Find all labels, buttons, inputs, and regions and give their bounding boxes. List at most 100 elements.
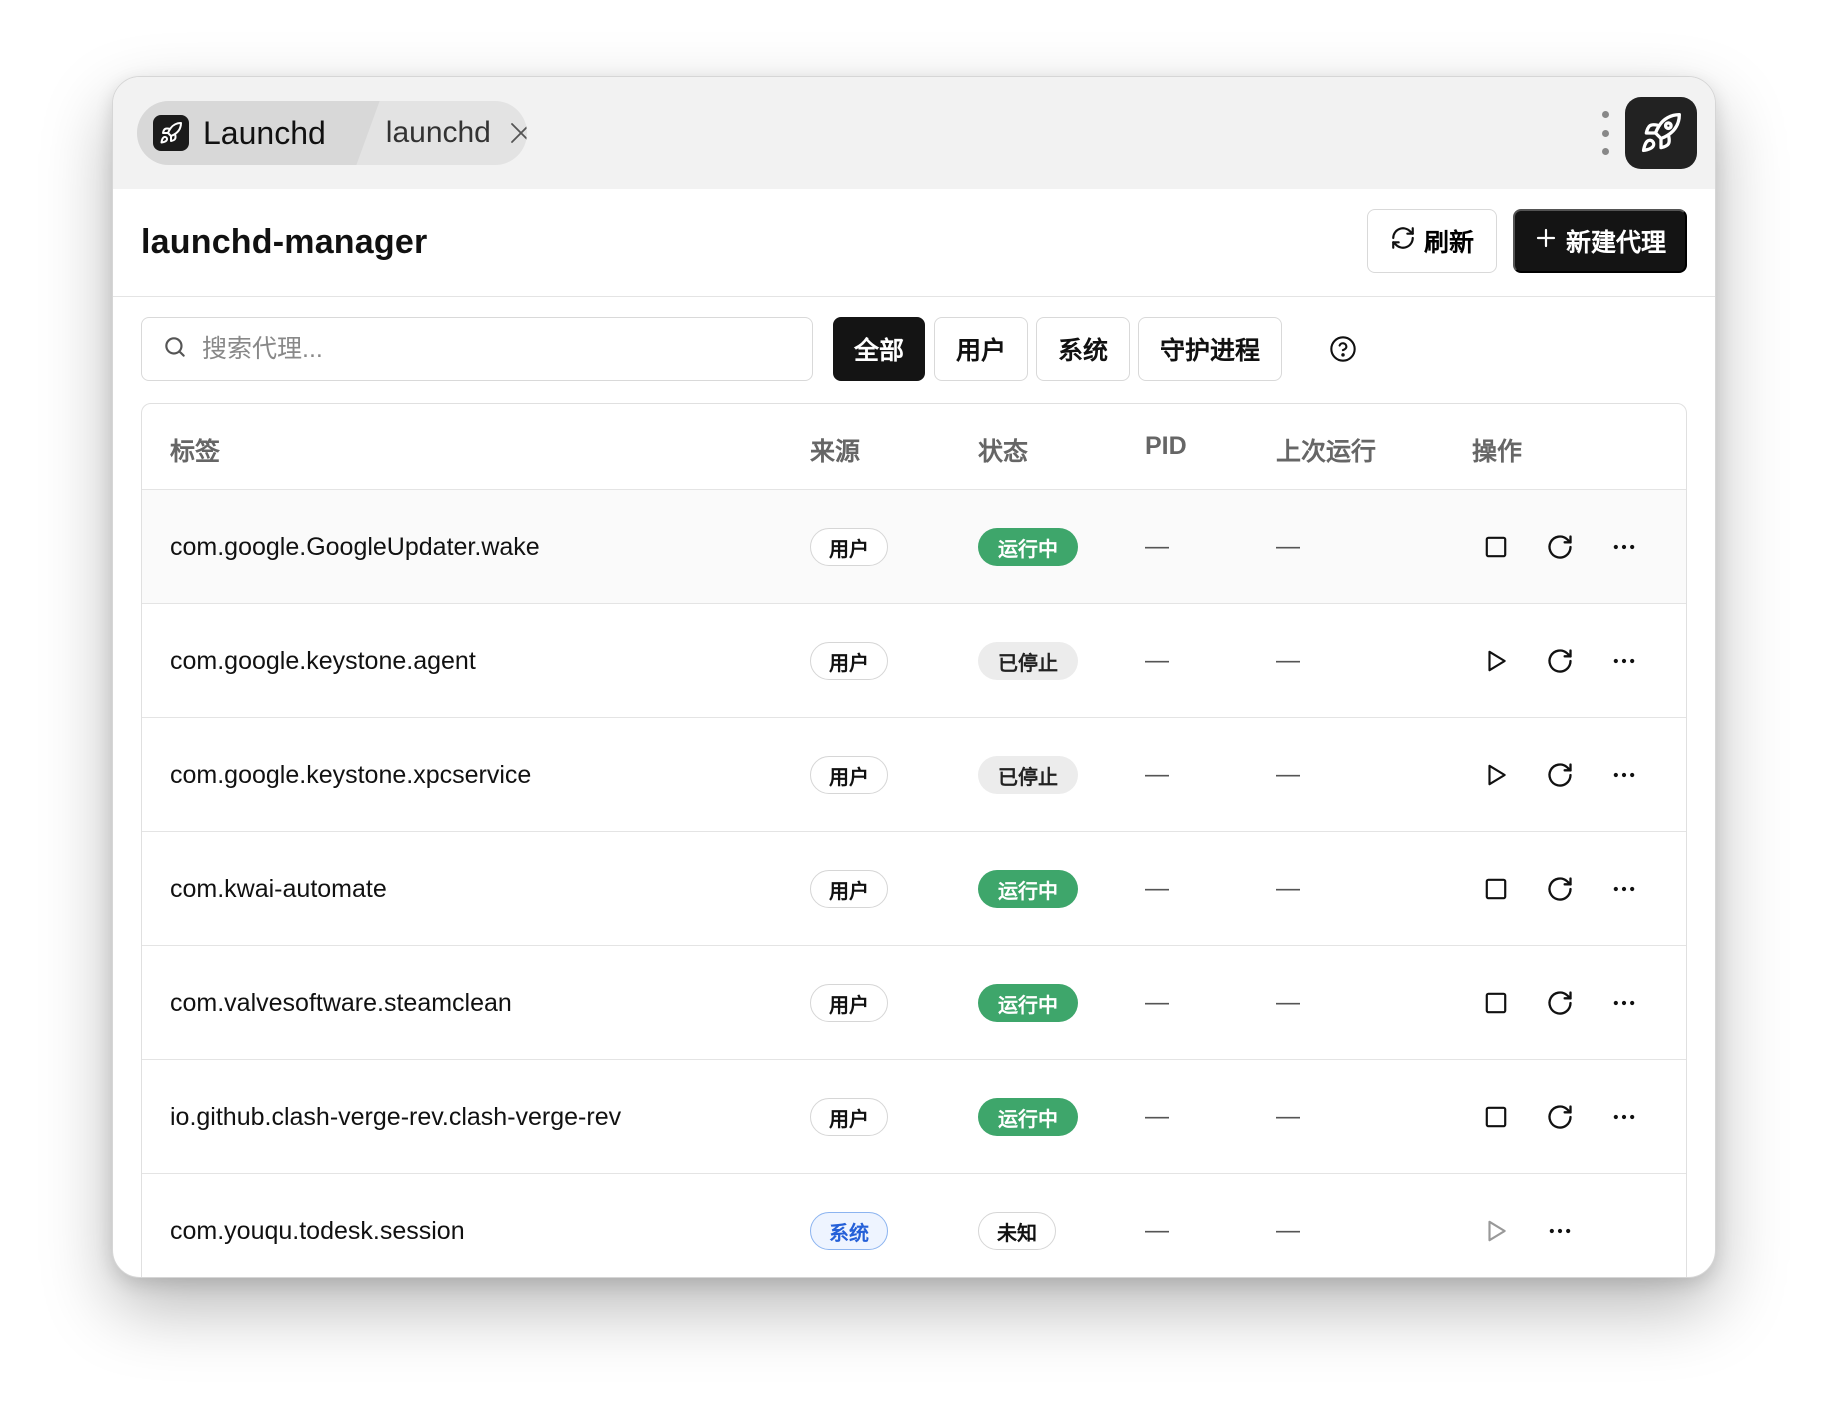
- agent-label: com.google.keystone.agent: [170, 646, 476, 675]
- row-actions: [1464, 946, 1656, 1060]
- filter-daemon[interactable]: 守护进程: [1138, 317, 1282, 381]
- pid-value: —: [1145, 1103, 1169, 1130]
- filter-system[interactable]: 系统: [1036, 317, 1130, 381]
- agent-label: com.google.GoogleUpdater.wake: [170, 532, 540, 561]
- status-badge: 运行中: [978, 984, 1078, 1022]
- stop-square-icon[interactable]: [1464, 1085, 1528, 1149]
- status-badge: 运行中: [978, 1098, 1078, 1136]
- stop-square-icon[interactable]: [1464, 971, 1528, 1035]
- restart-icon[interactable]: [1528, 743, 1592, 807]
- source-cell: 用户: [810, 832, 888, 946]
- app-logo-rocket-icon[interactable]: [1625, 97, 1697, 169]
- table-row[interactable]: com.google.keystone.agent 用户 已停止 — —: [142, 604, 1686, 718]
- agent-label: com.youqu.todesk.session: [170, 1216, 465, 1245]
- play-icon[interactable]: [1464, 629, 1528, 693]
- search-box[interactable]: [141, 317, 813, 381]
- table-row[interactable]: com.google.GoogleUpdater.wake 用户 运行中 — —: [142, 490, 1686, 604]
- page-title: launchd-manager: [141, 223, 428, 261]
- last-run-value: —: [1276, 989, 1300, 1016]
- source-badge: 用户: [810, 1098, 888, 1136]
- source-badge: 用户: [810, 528, 888, 566]
- new-agent-label: 新建代理: [1565, 229, 1666, 257]
- restart-icon[interactable]: [1528, 515, 1592, 579]
- more-horizontal-icon[interactable]: [1592, 743, 1656, 807]
- status-badge: 已停止: [978, 756, 1078, 794]
- agent-label: com.google.keystone.xpcservice: [170, 760, 532, 789]
- new-agent-button[interactable]: 新建代理: [1513, 209, 1687, 273]
- close-icon[interactable]: [509, 121, 527, 145]
- table-row[interactable]: io.github.clash-verge-rev.clash-verge-re…: [142, 1060, 1686, 1174]
- more-horizontal-icon[interactable]: [1592, 629, 1656, 693]
- pid-value: —: [1145, 1217, 1169, 1244]
- help-circle-icon[interactable]: [1329, 335, 1357, 368]
- status-badge: 运行中: [978, 870, 1078, 908]
- status-cell: 未知: [978, 1174, 1056, 1277]
- source-badge: 用户: [810, 756, 888, 794]
- stop-square-icon[interactable]: [1464, 515, 1528, 579]
- source-cell: 用户: [810, 604, 888, 718]
- source-cell: 用户: [810, 718, 888, 832]
- row-actions: [1464, 604, 1656, 718]
- table-body: com.google.GoogleUpdater.wake 用户 运行中 — —…: [142, 490, 1686, 1277]
- refresh-button[interactable]: 刷新: [1367, 209, 1497, 273]
- restart-icon[interactable]: [1528, 629, 1592, 693]
- tab-bar: Launchd launchd: [113, 77, 1715, 189]
- page-header: launchd-manager 刷新 新建代理: [113, 189, 1715, 297]
- tab-launchd[interactable]: launchd: [352, 101, 527, 165]
- last-run-value: —: [1276, 533, 1300, 560]
- more-horizontal-icon[interactable]: [1528, 1199, 1592, 1263]
- col-pid: PID: [1145, 432, 1187, 460]
- refresh-label: 刷新: [1423, 229, 1474, 257]
- restart-icon[interactable]: [1528, 971, 1592, 1035]
- more-horizontal-icon[interactable]: [1592, 857, 1656, 921]
- last-run-value: —: [1276, 647, 1300, 674]
- agents-table: 标签 来源 状态 PID 上次运行 操作 com.google.GoogleUp…: [141, 403, 1687, 1277]
- status-cell: 已停止: [978, 718, 1078, 832]
- tab-launchd-label: Launchd: [203, 114, 326, 151]
- source-badge: 用户: [810, 870, 888, 908]
- tab-launchd-second-label: launchd: [385, 116, 491, 149]
- col-label: 标签: [170, 438, 221, 466]
- table-row[interactable]: com.kwai-automate 用户 运行中 — —: [142, 832, 1686, 946]
- row-actions: [1464, 490, 1656, 604]
- more-horizontal-icon[interactable]: [1592, 971, 1656, 1035]
- last-run-value: —: [1276, 1217, 1300, 1244]
- source-cell: 系统: [810, 1174, 888, 1277]
- pid-value: —: [1145, 533, 1169, 560]
- app-window: Launchd launchd launchd-manager 刷新 新建代理 …: [112, 76, 1716, 1278]
- status-cell: 运行中: [978, 490, 1078, 604]
- agent-label: io.github.clash-verge-rev.clash-verge-re…: [170, 1102, 622, 1131]
- tab-launchd-app[interactable]: Launchd: [137, 101, 352, 165]
- status-cell: 运行中: [978, 946, 1078, 1060]
- col-status: 状态: [978, 438, 1029, 466]
- stop-square-icon[interactable]: [1464, 857, 1528, 921]
- pid-value: —: [1145, 875, 1169, 902]
- restart-icon[interactable]: [1528, 1085, 1592, 1149]
- restart-icon[interactable]: [1528, 857, 1592, 921]
- kebab-icon[interactable]: [1599, 111, 1611, 155]
- refresh-icon: [1390, 225, 1416, 258]
- play-icon[interactable]: [1464, 1199, 1528, 1263]
- table-row[interactable]: com.valvesoftware.steamclean 用户 运行中 — —: [142, 946, 1686, 1060]
- table-row[interactable]: com.youqu.todesk.session 系统 未知 — —: [142, 1174, 1686, 1277]
- filter-user[interactable]: 用户: [934, 317, 1028, 381]
- status-cell: 运行中: [978, 1060, 1078, 1174]
- play-icon[interactable]: [1464, 743, 1528, 807]
- source-badge: 用户: [810, 642, 888, 680]
- table-row[interactable]: com.google.keystone.xpcservice 用户 已停止 — …: [142, 718, 1686, 832]
- source-cell: 用户: [810, 490, 888, 604]
- source-cell: 用户: [810, 1060, 888, 1174]
- more-horizontal-icon[interactable]: [1592, 1085, 1656, 1149]
- more-horizontal-icon[interactable]: [1592, 515, 1656, 579]
- pid-value: —: [1145, 761, 1169, 788]
- filter-all[interactable]: 全部: [833, 317, 925, 381]
- col-actions: 操作: [1472, 438, 1523, 466]
- last-run-value: —: [1276, 875, 1300, 902]
- search-icon: [162, 334, 188, 365]
- search-input[interactable]: [202, 334, 762, 364]
- col-last-run: 上次运行: [1276, 438, 1377, 466]
- source-badge: 用户: [810, 984, 888, 1022]
- table-header: 标签 来源 状态 PID 上次运行 操作: [142, 404, 1686, 490]
- source-badge: 系统: [810, 1212, 888, 1250]
- tab-group: Launchd launchd: [137, 101, 527, 165]
